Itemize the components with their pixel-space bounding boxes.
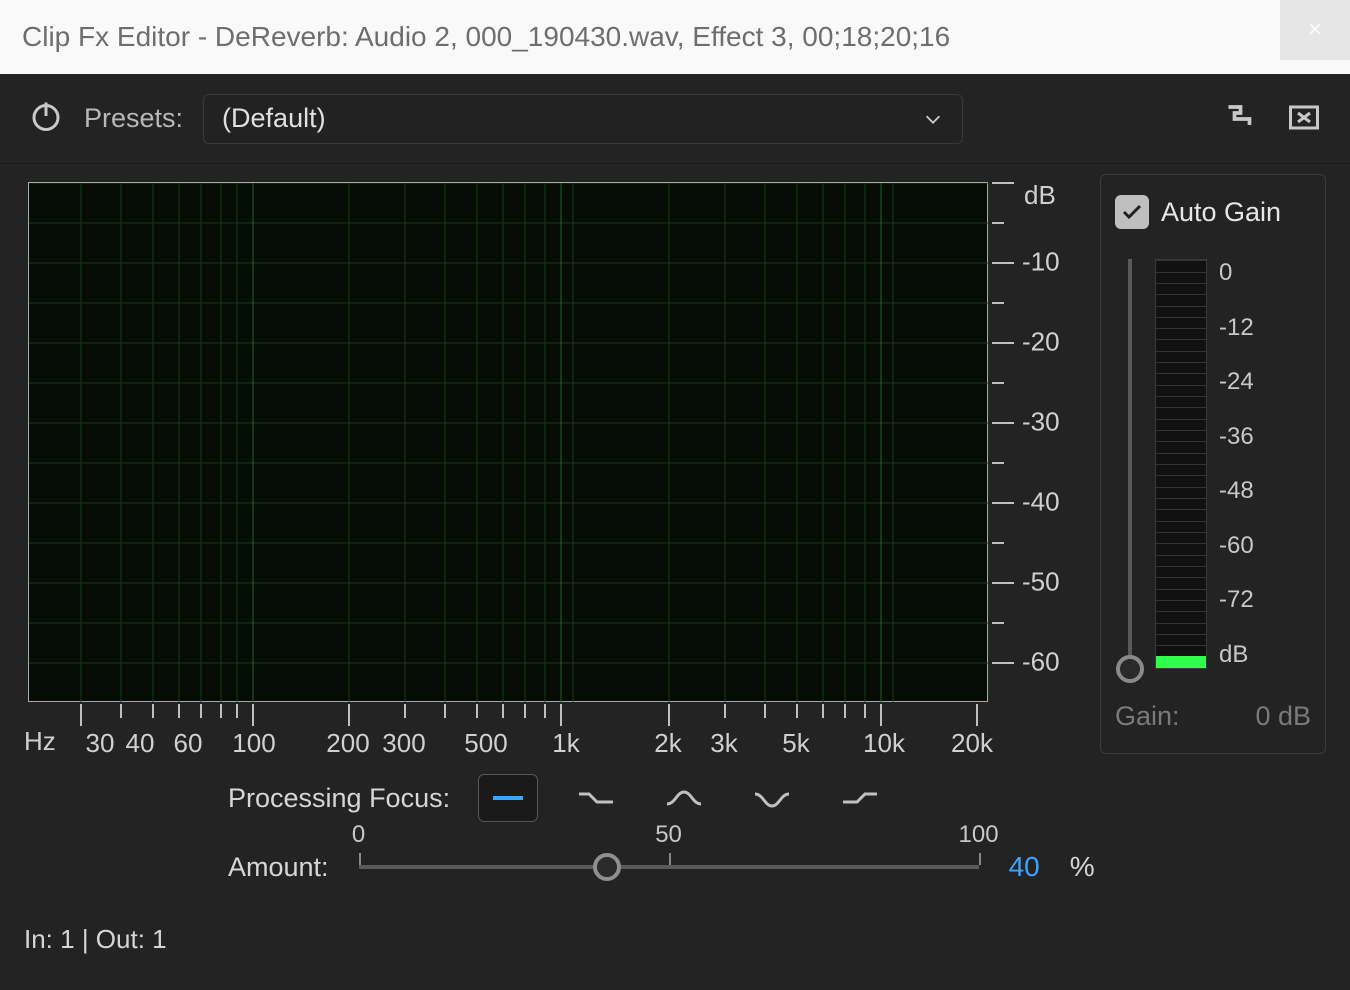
power-toggle[interactable] — [28, 98, 64, 139]
power-icon — [28, 98, 64, 134]
titlebar: Clip Fx Editor - DeReverb: Audio 2, 000_… — [0, 0, 1350, 74]
gain-value[interactable]: 0 dB — [1255, 701, 1311, 732]
amount-row: Amount: 0 50 100 40 % — [0, 828, 1350, 906]
spectrum-chart[interactable]: dB -10 -20 -30 -40 -50 -60 Hz 30 40 — [24, 174, 1078, 754]
delete-preset-button[interactable] — [1286, 98, 1322, 139]
preset-selected: (Default) — [222, 103, 326, 134]
chart-column: dB -10 -20 -30 -40 -50 -60 Hz 30 40 — [24, 174, 1078, 754]
processing-focus-label: Processing Focus: — [228, 783, 450, 814]
auto-gain-checkbox[interactable] — [1115, 195, 1149, 229]
gain-slider[interactable] — [1115, 259, 1145, 669]
delete-icon — [1286, 98, 1322, 134]
io-status: In: 1 | Out: 1 — [0, 906, 1350, 955]
peak-icon — [663, 786, 705, 810]
top-toolbar: Presets: (Default) — [0, 74, 1350, 164]
gain-label: Gain: — [1115, 701, 1180, 732]
check-icon — [1120, 200, 1144, 224]
hz-axis: Hz 30 40 60 100 200 300 500 1k 2k 3k — [28, 704, 988, 754]
meter-scale: 0 -12 -24 -36 -48 -60 -72 dB — [1217, 259, 1254, 669]
routing-button[interactable] — [1224, 98, 1260, 139]
meter-fill — [1156, 656, 1206, 668]
focus-flat-button[interactable] — [478, 774, 538, 822]
close-icon: × — [1308, 16, 1322, 44]
flat-icon — [487, 786, 529, 810]
presets-dropdown[interactable]: (Default) — [203, 94, 963, 144]
close-button[interactable]: × — [1280, 0, 1350, 60]
amount-value[interactable]: 40 — [1009, 851, 1040, 883]
level-meter — [1155, 259, 1207, 669]
amount-label: Amount: — [228, 852, 329, 883]
chart-plot-area — [28, 182, 988, 702]
gain-track — [1128, 259, 1132, 669]
amount-slider[interactable]: 0 50 100 — [359, 847, 979, 887]
hz-unit-label: Hz — [24, 726, 56, 757]
focus-highshelf-button[interactable] — [830, 774, 890, 822]
auto-gain-label: Auto Gain — [1161, 197, 1281, 228]
window-title: Clip Fx Editor - DeReverb: Audio 2, 000_… — [22, 21, 950, 53]
amount-thumb[interactable] — [593, 853, 621, 881]
main-area: dB -10 -20 -30 -40 -50 -60 Hz 30 40 — [0, 164, 1350, 764]
gain-thumb[interactable] — [1116, 655, 1144, 683]
chevron-down-icon — [922, 108, 944, 130]
notch-icon — [751, 786, 793, 810]
routing-icon — [1224, 98, 1260, 134]
processing-focus-row: Processing Focus: — [0, 764, 1350, 828]
chart-grid — [29, 183, 989, 703]
highshelf-icon — [839, 786, 881, 810]
amount-track — [359, 865, 979, 869]
focus-lowshelf-button[interactable] — [566, 774, 626, 822]
amount-unit: % — [1070, 851, 1095, 883]
gain-readout: Gain: 0 dB — [1115, 701, 1311, 732]
gain-panel: Auto Gain 0 -12 -24 -36 -48 -60 -72 — [1100, 174, 1326, 754]
focus-notch-button[interactable] — [742, 774, 802, 822]
presets-label: Presets: — [84, 103, 183, 134]
lowshelf-icon — [575, 786, 617, 810]
focus-peak-button[interactable] — [654, 774, 714, 822]
